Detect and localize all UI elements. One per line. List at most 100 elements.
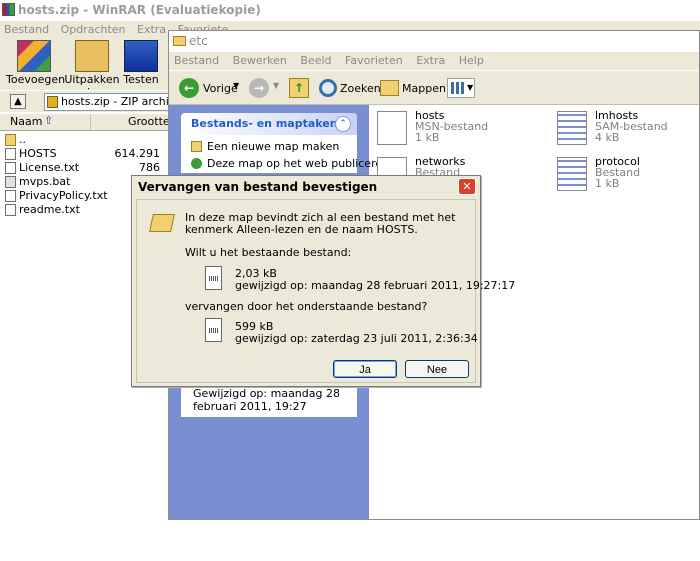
file-name: mvps.bat	[19, 175, 71, 188]
new-folder-icon	[191, 141, 202, 152]
archive-path-box[interactable]: hosts.zip - ZIP archief, oor	[44, 93, 170, 111]
dialog-message: In deze map bevindt zich al een bestand …	[185, 211, 456, 236]
explorer-menu-beeld[interactable]: Beeld	[300, 54, 331, 67]
up-one-level-button[interactable]: ▲	[10, 94, 26, 109]
explorer-file-protocol[interactable]: protocol Bestand 1 kB	[557, 155, 700, 195]
file-folder-tasks-panel: Bestands- en maptaken ⌃ Een nieuwe map m…	[181, 113, 389, 173]
close-icon[interactable]: ✕	[458, 178, 476, 195]
file-name: License.txt	[19, 161, 80, 174]
file-size: 786	[139, 161, 160, 174]
file-size: 4 kB	[595, 131, 620, 144]
folders-icon[interactable]	[380, 80, 399, 96]
dialog-question-replacement: vervangen door het onderstaande bestand?	[185, 300, 428, 313]
folder-up-icon[interactable]: ↑	[289, 78, 309, 98]
explorer-menu-bestand[interactable]: Bestand	[174, 54, 219, 67]
explorer-menu-bewerken[interactable]: Bewerken	[233, 54, 287, 67]
winrar-toolbar: Toevoegen Uitpakken in Testen	[0, 38, 170, 99]
replacement-file-icon	[205, 318, 222, 342]
confirm-replace-dialog: Vervangen van bestand bevestigen ✕ In de…	[131, 175, 515, 387]
tasks-panel-title: Bestands- en maptaken	[191, 117, 338, 130]
winrar-menu-extra[interactable]: Extra	[137, 23, 166, 36]
file-row-hosts[interactable]: HOSTS 614.291	[4, 147, 168, 161]
back-arrow-icon[interactable]: ←	[179, 78, 199, 98]
views-dropdown-icon: ▼	[467, 83, 474, 92]
yes-button[interactable]: Ja	[333, 360, 397, 378]
winrar-app-icon	[2, 3, 15, 16]
explorer-menu-help[interactable]: Help	[459, 54, 484, 67]
file-size: 1 kB	[595, 177, 620, 190]
explorer-menu-extra[interactable]: Extra	[416, 54, 445, 67]
dialog-body: In deze map bevindt zich al een bestand …	[136, 199, 515, 383]
existing-file-modified: gewijzigd op: maandag 28 februari 2011, …	[235, 279, 516, 292]
parent-folder-icon	[5, 134, 16, 146]
add-button[interactable]: Toevoegen	[6, 40, 66, 86]
file-name: HOSTS	[19, 147, 57, 160]
sam-file-icon	[557, 111, 587, 145]
text-file-icon	[5, 190, 16, 202]
file-row-license[interactable]: License.txt 786	[4, 161, 168, 175]
no-button[interactable]: Nee	[405, 360, 469, 378]
generic-file-icon	[557, 157, 587, 191]
file-name: ..	[19, 133, 26, 146]
task-publish-web-label: Deze map op het web publiceren	[207, 157, 390, 170]
archive-add-icon	[17, 40, 51, 72]
details-modified-text: Gewijzigd op: maandag 28 februari 2011, …	[193, 387, 340, 413]
explorer-title: etc	[189, 34, 208, 48]
winrar-address-bar: ▲ hosts.zip - ZIP archief, oor	[0, 90, 170, 112]
views-button[interactable]: ▼	[447, 78, 475, 98]
explorer-menu-favorieten[interactable]: Favorieten	[345, 54, 403, 67]
explorer-file-hosts[interactable]: hosts MSN-bestand 1 kB	[377, 109, 537, 149]
file-size: 614.291	[114, 147, 161, 160]
file-size: 1 kB	[415, 131, 440, 144]
winrar-title-bar[interactable]: hosts.zip - WinRAR (Evaluatiekopie)	[0, 0, 700, 20]
winrar-menu-bestand[interactable]: Bestand	[4, 23, 49, 36]
text-file-icon	[5, 162, 16, 174]
zip-archive-icon	[47, 96, 58, 108]
folder-icon	[173, 36, 186, 46]
explorer-title-bar[interactable]: etc	[169, 31, 699, 52]
column-name-header[interactable]: Naam	[10, 115, 42, 128]
search-icon[interactable]	[319, 79, 337, 97]
sort-ascending-icon: ⇧	[44, 114, 54, 127]
task-new-folder[interactable]: Een nieuwe map maken	[191, 140, 339, 153]
column-divider[interactable]	[90, 114, 91, 130]
task-new-folder-label: Een nieuwe map maken	[207, 140, 340, 153]
msn-file-icon	[377, 111, 407, 145]
add-button-label: Toevoegen	[6, 73, 66, 86]
forward-arrow-icon[interactable]: →	[249, 78, 269, 98]
search-button-label[interactable]: Zoeken	[340, 82, 381, 95]
explorer-file-lmhosts[interactable]: lmhosts SAM-bestand 4 kB	[557, 109, 700, 149]
tasks-panel-header[interactable]: Bestands- en maptaken	[181, 113, 357, 135]
explorer-toolbar: ← Vorige ▼ → ▼ ↑ Zoeken Mappen ▼	[169, 71, 699, 105]
text-file-icon	[5, 204, 16, 216]
column-size-header[interactable]: Grootte	[128, 115, 170, 128]
file-name: PrivacyPolicy.txt	[19, 189, 108, 202]
explorer-menu-bar: Bestand Bewerken Beeld Favorieten Extra …	[169, 52, 699, 70]
test-book-icon	[124, 40, 158, 72]
winrar-title: hosts.zip - WinRAR (Evaluatiekopie)	[18, 3, 261, 17]
globe-icon	[191, 158, 202, 169]
replacement-file-modified: gewijzigd op: zaterdag 23 juli 2011, 2:3…	[235, 332, 478, 345]
folders-button-label[interactable]: Mappen	[402, 82, 446, 95]
test-button-label: Testen	[123, 73, 159, 86]
back-dropdown-icon[interactable]: ▼	[233, 81, 239, 90]
extract-folder-icon	[75, 40, 109, 72]
file-icon	[5, 148, 16, 160]
details-panel: Gewijzigd op: maandag 28 februari 2011, …	[181, 383, 357, 417]
archive-path-text: hosts.zip - ZIP archief, oor	[61, 95, 169, 108]
folder-icon	[149, 214, 175, 232]
test-button[interactable]: Testen	[122, 40, 160, 86]
collapse-chevron-icon[interactable]: ⌃	[335, 116, 351, 132]
file-list-header: Naam ⇧ Grootte	[0, 114, 170, 131]
file-name: readme.txt	[19, 203, 80, 216]
dialog-title: Vervangen van bestand bevestigen	[138, 180, 378, 194]
dialog-title-bar[interactable]: Vervangen van bestand bevestigen	[132, 176, 480, 198]
task-publish-web[interactable]: Deze map op het web publiceren	[191, 157, 389, 170]
views-grid-icon	[451, 82, 465, 94]
batch-file-icon	[5, 176, 16, 188]
existing-file-icon	[205, 266, 222, 290]
forward-dropdown-icon[interactable]: ▼	[273, 81, 279, 90]
dialog-question-existing: Wilt u het bestaande bestand:	[185, 246, 352, 259]
file-row-parent[interactable]: ..	[4, 133, 168, 147]
winrar-menu-opdrachten[interactable]: Opdrachten	[61, 23, 126, 36]
